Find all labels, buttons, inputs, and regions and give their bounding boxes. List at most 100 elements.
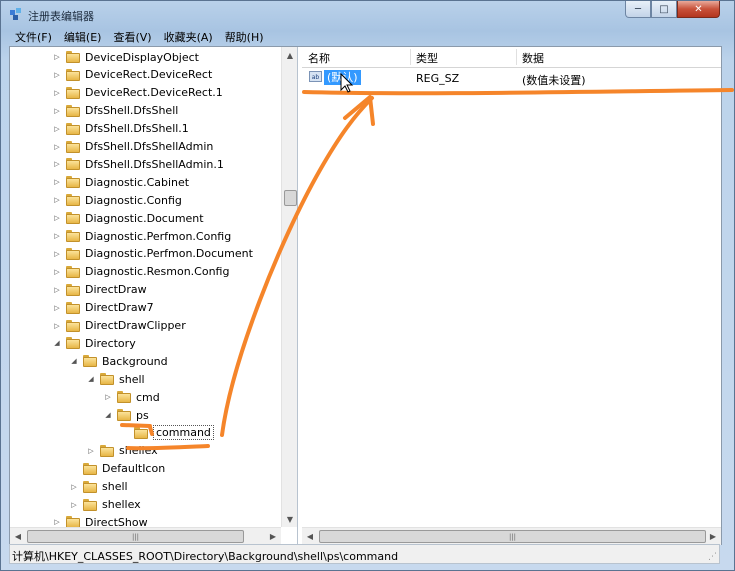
- expand-icon[interactable]: ▷: [52, 106, 62, 116]
- tree-node-label[interactable]: Background: [102, 355, 168, 368]
- tree-node-label[interactable]: shell: [119, 373, 145, 386]
- scroll-down-arrow-icon[interactable]: ▼: [282, 511, 297, 527]
- tree-node-label[interactable]: Diagnostic.Cabinet: [85, 176, 189, 189]
- menu-file[interactable]: 文件(F): [9, 29, 58, 45]
- tree-node[interactable]: ▷ shellex: [69, 496, 141, 514]
- tree-node-label[interactable]: DeviceRect.DeviceRect: [85, 68, 212, 81]
- collapse-icon[interactable]: ◢: [103, 410, 113, 420]
- tree-node[interactable]: ▷ Diagnostic.Resmon.Config: [52, 263, 229, 281]
- tree-node-label[interactable]: ps: [136, 409, 149, 422]
- column-header-type[interactable]: 类型: [416, 50, 438, 66]
- tree-node-label[interactable]: DfsShell.DfsShellAdmin.1: [85, 158, 224, 171]
- maximize-button[interactable]: □: [651, 1, 677, 18]
- tree-node-label[interactable]: DfsShell.DfsShell.1: [85, 122, 189, 135]
- tree-node-label[interactable]: Diagnostic.Perfmon.Config: [85, 230, 231, 243]
- tree-node[interactable]: ▷ Diagnostic.Perfmon.Document: [52, 245, 253, 263]
- list-horizontal-scrollbar[interactable]: ◀ ||| ▶: [302, 527, 721, 545]
- collapse-icon[interactable]: ◢: [86, 374, 96, 384]
- column-divider[interactable]: [516, 49, 517, 65]
- expand-icon[interactable]: ▷: [69, 500, 79, 510]
- expand-icon[interactable]: ▷: [52, 321, 62, 331]
- expand-icon[interactable]: ▷: [52, 231, 62, 241]
- tree-node[interactable]: DefaultIcon: [69, 460, 165, 478]
- tree-vertical-scrollbar[interactable]: ▲ ▼: [281, 47, 297, 527]
- title-bar[interactable]: 注册表编辑器 ─ □ ✕: [1, 1, 734, 27]
- tree-node-label[interactable]: DirectDraw: [85, 283, 147, 296]
- tree-node[interactable]: ◢ shell: [86, 370, 145, 388]
- tree-node-label[interactable]: DfsShell.DfsShellAdmin: [85, 140, 213, 153]
- tree-node-label[interactable]: shellex: [102, 498, 141, 511]
- tree-node[interactable]: ▷ DfsShell.DfsShell.1: [52, 120, 189, 138]
- expand-icon[interactable]: ▷: [52, 267, 62, 277]
- tree-node[interactable]: ▷ DfsShell.DfsShellAdmin: [52, 138, 213, 156]
- close-button[interactable]: ✕: [677, 1, 720, 18]
- resize-grip-icon[interactable]: ⋰: [708, 552, 717, 562]
- tree-node[interactable]: ▷ DfsShell.DfsShell: [52, 102, 178, 120]
- tree-node[interactable]: ▷ shell: [69, 478, 128, 496]
- value-name[interactable]: (默认): [324, 70, 361, 85]
- tree-node[interactable]: ◢ ps: [103, 406, 149, 424]
- tree-node-label[interactable]: Diagnostic.Config: [85, 194, 182, 207]
- tree-hscroll-thumb[interactable]: |||: [27, 530, 244, 543]
- tree-node-label[interactable]: shell: [102, 480, 128, 493]
- tree-node-label[interactable]: Diagnostic.Resmon.Config: [85, 265, 229, 278]
- expand-icon[interactable]: ▷: [69, 482, 79, 492]
- expand-icon[interactable]: ▷: [52, 70, 62, 80]
- tree-node[interactable]: ▷ DirectDraw7: [52, 299, 154, 317]
- scroll-up-arrow-icon[interactable]: ▲: [282, 47, 297, 63]
- value-row-default[interactable]: ab (默认) REG_SZ (数值未设置): [302, 69, 721, 87]
- tree-scroll-thumb[interactable]: [284, 190, 297, 206]
- tree-node-label[interactable]: shellex: [119, 444, 158, 457]
- tree-node[interactable]: ▷ Diagnostic.Config: [52, 191, 182, 209]
- tree-node-label[interactable]: Diagnostic.Document: [85, 212, 204, 225]
- expand-icon[interactable]: ▷: [86, 446, 96, 456]
- tree-node-label[interactable]: Diagnostic.Perfmon.Document: [85, 247, 253, 260]
- tree-node-label[interactable]: Directory: [85, 337, 136, 350]
- tree-node[interactable]: ▷ DeviceDisplayObject: [52, 48, 199, 66]
- tree-node[interactable]: ▷ Diagnostic.Cabinet: [52, 173, 189, 191]
- tree-node-label[interactable]: DeviceDisplayObject: [85, 51, 199, 64]
- tree-node-label[interactable]: DirectDraw7: [85, 301, 154, 314]
- tree-node-label[interactable]: command: [153, 425, 214, 441]
- scroll-left-arrow-icon[interactable]: ◀: [302, 528, 318, 544]
- tree-node-label[interactable]: DfsShell.DfsShell: [85, 104, 178, 117]
- menu-help[interactable]: 帮助(H): [219, 29, 270, 45]
- tree-node[interactable]: ▷ DirectDrawClipper: [52, 317, 186, 335]
- collapse-icon[interactable]: ◢: [52, 338, 62, 348]
- menu-view[interactable]: 查看(V): [107, 29, 157, 45]
- tree-node[interactable]: ▷ shellex: [86, 442, 158, 460]
- expand-icon[interactable]: ▷: [52, 195, 62, 205]
- tree-node[interactable]: ▷ cmd: [103, 388, 160, 406]
- expand-icon[interactable]: ▷: [103, 392, 113, 402]
- tree-node[interactable]: ▷ DeviceRect.DeviceRect.1: [52, 84, 223, 102]
- expand-icon[interactable]: ▷: [52, 285, 62, 295]
- expand-icon[interactable]: ▷: [52, 124, 62, 134]
- tree-node[interactable]: ▷ DeviceRect.DeviceRect: [52, 66, 212, 84]
- list-hscroll-thumb[interactable]: |||: [319, 530, 706, 543]
- tree-node[interactable]: ▷ DfsShell.DfsShellAdmin.1: [52, 155, 224, 173]
- tree-node-label[interactable]: cmd: [136, 391, 160, 404]
- scroll-right-arrow-icon[interactable]: ▶: [265, 528, 281, 544]
- tree-node-label[interactable]: DefaultIcon: [102, 462, 165, 475]
- menu-edit[interactable]: 编辑(E): [58, 29, 108, 45]
- tree-node-label[interactable]: DirectDrawClipper: [85, 319, 186, 332]
- expand-icon[interactable]: ▷: [52, 303, 62, 313]
- minimize-button[interactable]: ─: [625, 1, 651, 18]
- tree-horizontal-scrollbar[interactable]: ◀ ||| ▶: [10, 527, 281, 544]
- tree-node[interactable]: command: [120, 424, 214, 442]
- expand-icon[interactable]: ▷: [52, 249, 62, 259]
- expand-icon[interactable]: ▷: [52, 517, 62, 527]
- column-divider[interactable]: [410, 49, 411, 65]
- tree-node[interactable]: ▷ DirectDraw: [52, 281, 147, 299]
- tree-node[interactable]: ◢ Background: [69, 352, 168, 370]
- menu-favorites[interactable]: 收藏夹(A): [158, 29, 219, 45]
- tree-node[interactable]: ▷ Diagnostic.Document: [52, 209, 204, 227]
- tree-node-label[interactable]: DeviceRect.DeviceRect.1: [85, 86, 223, 99]
- tree-node[interactable]: ◢ Directory: [52, 334, 136, 352]
- tree-node[interactable]: ▷ Diagnostic.Perfmon.Config: [52, 227, 231, 245]
- column-header-name[interactable]: 名称: [308, 50, 330, 66]
- collapse-icon[interactable]: ◢: [69, 356, 79, 366]
- expand-icon[interactable]: ▷: [52, 142, 62, 152]
- expand-icon[interactable]: ▷: [52, 177, 62, 187]
- column-header-data[interactable]: 数据: [522, 50, 544, 66]
